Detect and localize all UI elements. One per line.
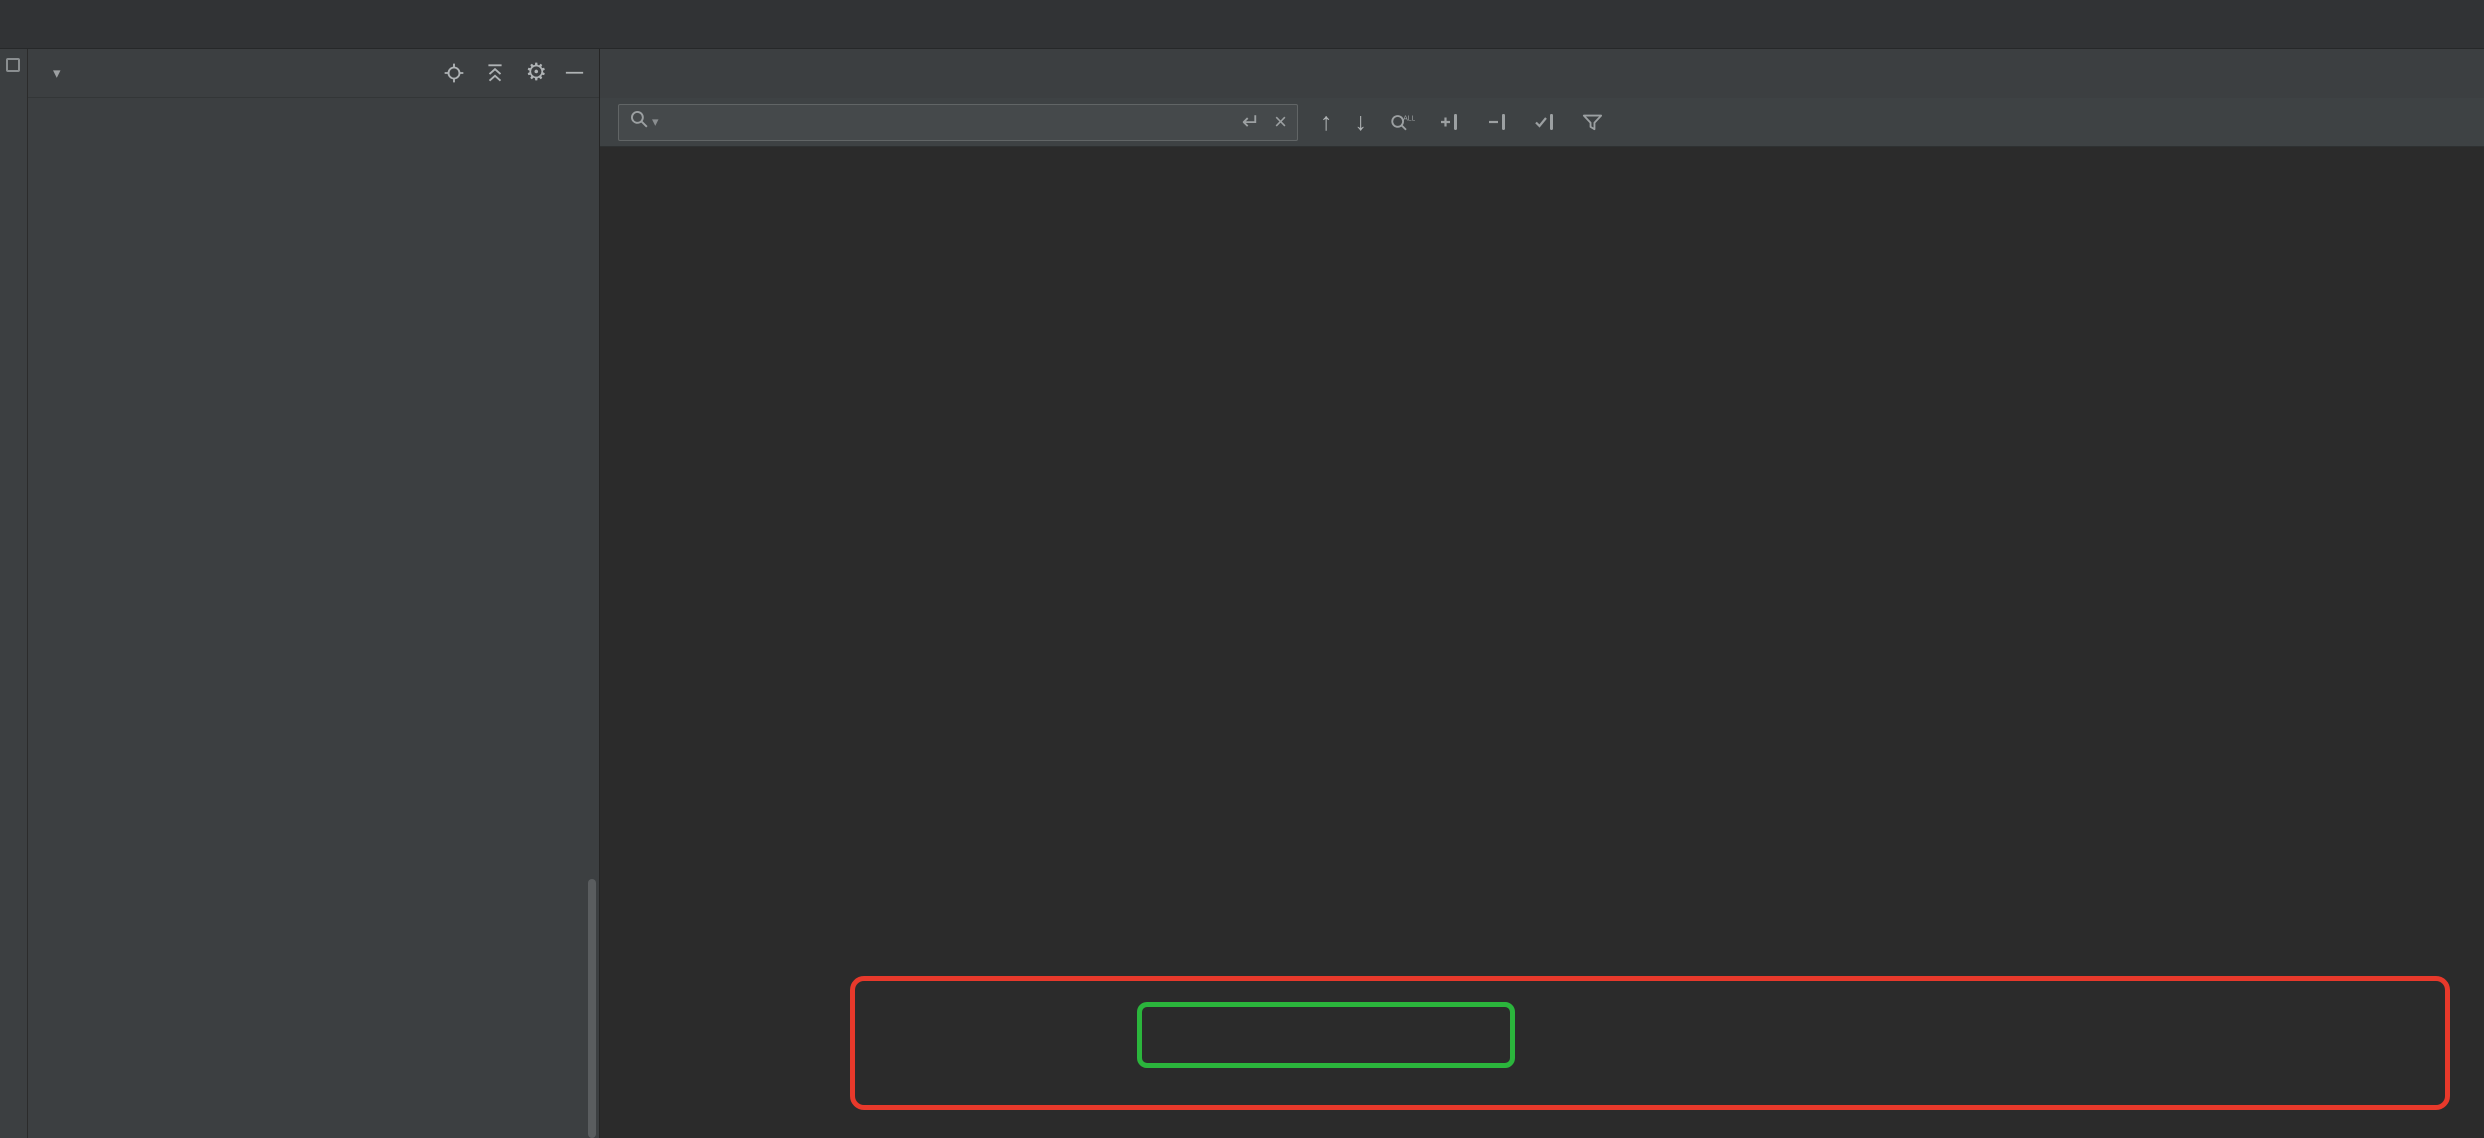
breadcrumb — [0, 0, 2484, 49]
collapse-all-icon[interactable] — [484, 62, 506, 84]
code-editor[interactable] — [600, 147, 2484, 1138]
search-history-icon[interactable]: ▾ — [652, 114, 659, 130]
editor-tabs — [600, 49, 2484, 98]
tool-window-bar — [0, 49, 28, 1138]
remove-occurrence-icon[interactable] — [1485, 110, 1511, 134]
editor-column: ▾ ↵ × ↑ ↓ ALL — [599, 49, 2484, 1138]
filter-icon[interactable] — [1581, 111, 1604, 134]
hide-panel-icon[interactable]: ─ — [566, 61, 583, 85]
select-all-occurrences-icon[interactable] — [1533, 110, 1559, 134]
project-panel: ▾ ⚙ ─ — [28, 49, 599, 1138]
project-panel-header: ▾ ⚙ ─ — [28, 49, 599, 98]
chevron-down-icon: ▾ — [53, 64, 61, 82]
ide-window: ▾ ⚙ ─ ▾ ↵ × ↑ ↓ — [0, 0, 2484, 1138]
newline-icon[interactable]: ↵ — [1242, 109, 1260, 135]
svg-text:ALL: ALL — [1403, 115, 1415, 122]
prev-match-icon[interactable]: ↑ — [1320, 110, 1333, 135]
tool-window-icon[interactable] — [6, 58, 20, 72]
locate-icon[interactable] — [443, 62, 465, 84]
search-input[interactable]: ▾ ↵ × — [618, 104, 1298, 141]
clear-search-icon[interactable]: × — [1274, 109, 1287, 135]
tree-scrollbar[interactable] — [588, 879, 596, 1138]
find-bar: ▾ ↵ × ↑ ↓ ALL — [600, 98, 2484, 147]
search-icon — [629, 109, 650, 135]
gear-icon[interactable]: ⚙ — [525, 61, 547, 85]
find-all-icon[interactable]: ALL — [1389, 111, 1415, 134]
project-view-selector[interactable]: ▾ — [44, 64, 61, 82]
add-occurrence-icon[interactable] — [1437, 110, 1463, 134]
next-match-icon[interactable]: ↓ — [1355, 110, 1368, 135]
